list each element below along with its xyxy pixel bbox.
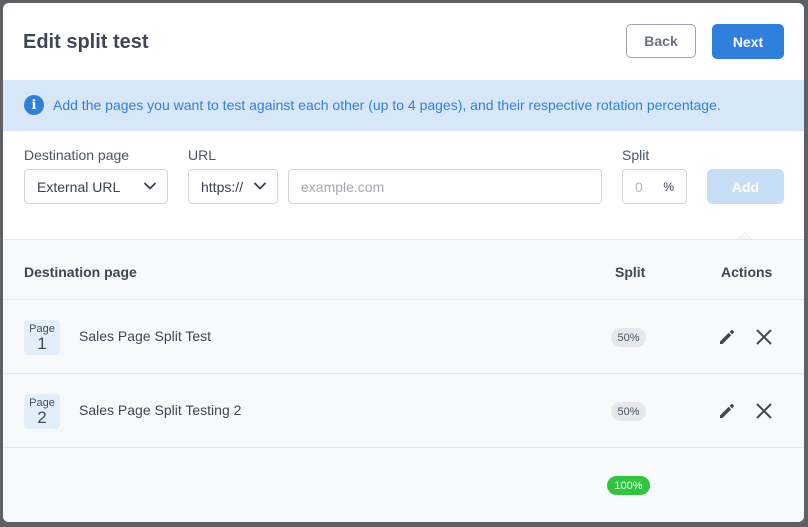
total-split-badge: 100% [607, 476, 650, 495]
chevron-down-icon [143, 182, 157, 190]
modal-header: Edit split test Back Next [3, 3, 804, 80]
page-badge-number: 2 [37, 408, 47, 427]
column-header-destination: Destination page [24, 264, 137, 280]
page-title: Edit split test [23, 31, 149, 53]
chevron-down-icon [253, 182, 267, 190]
info-text: Add the pages you want to test against e… [53, 97, 721, 113]
destination-page-name: Sales Page Split Testing 2 [79, 402, 242, 418]
split-test-modal: Edit split test Back Next i Add the page… [3, 3, 804, 522]
info-banner: i Add the pages you want to test against… [3, 80, 804, 131]
edit-pencil-icon[interactable] [717, 327, 737, 347]
page-number-badge: Page 1 [24, 320, 60, 355]
close-icon[interactable] [754, 401, 774, 421]
pages-table: Destination page Split Actions Page 1 Sa… [3, 239, 804, 522]
add-button[interactable]: Add [707, 169, 784, 204]
edit-pencil-icon[interactable] [717, 401, 737, 421]
back-button[interactable]: Back [626, 24, 696, 58]
destination-page-label: Destination page [24, 147, 130, 163]
table-row: Page 1 Sales Page Split Test 50% [3, 299, 804, 374]
info-icon: i [24, 95, 44, 115]
url-label: URL [188, 147, 217, 163]
split-value: 0 [635, 179, 643, 195]
close-icon[interactable] [754, 327, 774, 347]
destination-page-name: Sales Page Split Test [79, 328, 212, 344]
table-row: Page 2 Sales Page Split Testing 2 50% [3, 373, 804, 448]
page-number-badge: Page 2 [24, 394, 60, 429]
split-badge: 50% [611, 402, 646, 421]
add-page-form: Destination page External URL URL https:… [3, 131, 804, 239]
url-input[interactable] [288, 169, 602, 204]
destination-page-select[interactable]: External URL [24, 169, 168, 204]
next-button[interactable]: Next [712, 24, 784, 59]
split-label: Split [622, 147, 650, 163]
table-total-row: 100% [3, 447, 804, 522]
percent-suffix: % [663, 180, 674, 194]
split-badge: 50% [611, 328, 646, 347]
split-input[interactable]: 0 % [622, 169, 687, 204]
destination-page-value: External URL [37, 179, 121, 195]
page-badge-number: 1 [37, 334, 47, 353]
column-header-actions: Actions [721, 264, 773, 280]
protocol-value: https:// [201, 179, 244, 195]
column-header-split: Split [615, 264, 646, 280]
protocol-select[interactable]: https:// [188, 169, 278, 204]
